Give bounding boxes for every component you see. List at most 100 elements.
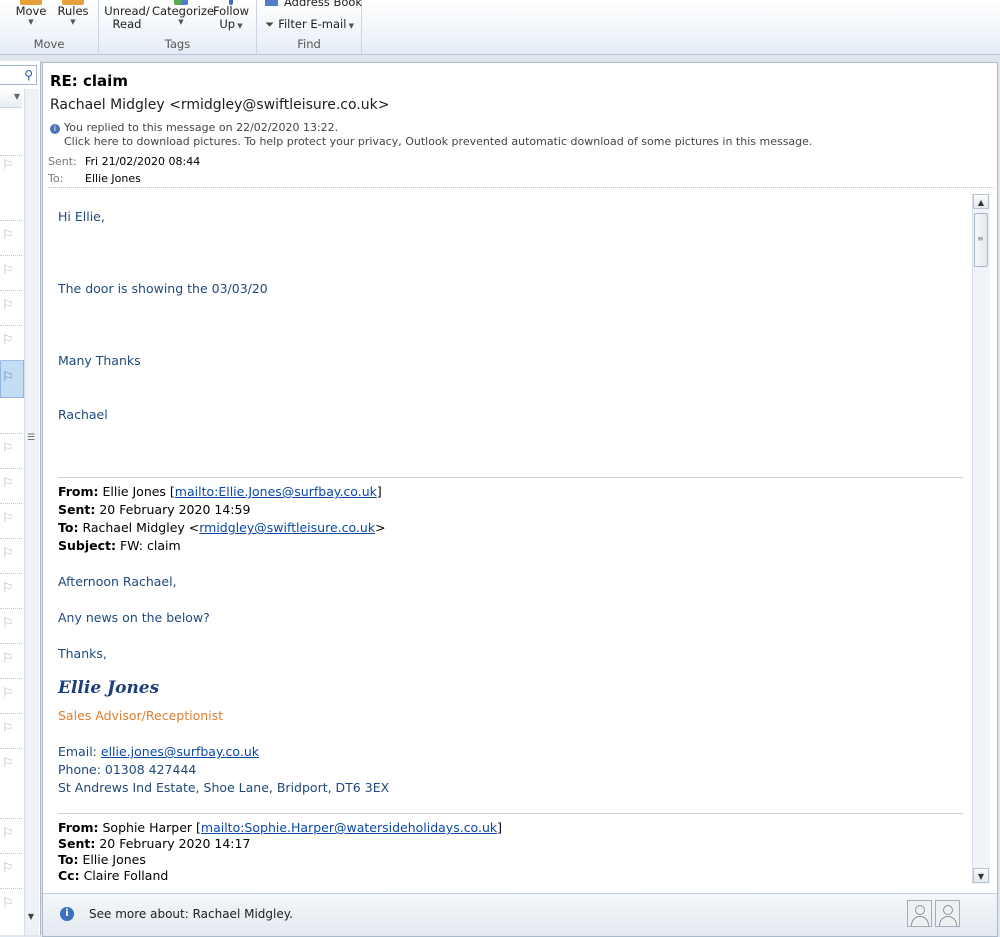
quote2-cc-row: Cc: Claire Folland (58, 868, 169, 883)
list-item-divider (0, 255, 22, 256)
body-greeting: Hi Ellie, (58, 209, 105, 224)
scroll-down-icon[interactable]: ▼ (24, 912, 38, 926)
ribbon-group-label: Find (297, 37, 321, 51)
avatar-head-icon (943, 905, 953, 915)
flag-icon[interactable]: ⚐ (2, 721, 20, 736)
ribbon-group-label: Tags (164, 37, 191, 51)
scrollbar-thumb[interactable]: ≡ (974, 213, 988, 267)
flag-icon[interactable]: ⚐ (2, 651, 20, 666)
message-subject: RE: claim (50, 72, 128, 90)
list-item-divider (0, 853, 22, 854)
rules-button[interactable]: Rules ▼ (56, 0, 90, 27)
list-item-divider (0, 888, 22, 889)
chevron-down-icon: ▼ (28, 18, 34, 26)
chevron-down-icon: ▼ (13, 92, 20, 101)
ribbon: Move ▼ Rules ▼ Move Unread/ Read Categor… (0, 0, 1000, 55)
info-download-pictures[interactable]: Click here to download pictures. To help… (64, 135, 812, 148)
list-item-divider (0, 643, 22, 644)
sent-row: Sent: Fri 21/02/2020 08:44 (48, 155, 200, 168)
flag-icon[interactable]: ⚐ (2, 511, 20, 526)
flag-icon[interactable]: ⚐ (2, 896, 20, 911)
ribbon-group-find: Address Book ⏷ Filter E-mail ▼ Find (257, 0, 362, 54)
flag-icon[interactable]: ⚐ (2, 581, 20, 596)
info-icon: i (60, 907, 74, 921)
to-row: To: Ellie Jones (48, 172, 141, 185)
list-item-divider (0, 503, 22, 504)
contact-avatar-icon[interactable] (935, 900, 960, 927)
signature-email: Email: ellie.jones@surfbay.co.uk (58, 744, 259, 759)
message-sender[interactable]: Rachael Midgley <rmidgley@swiftleisure.c… (50, 97, 389, 113)
info-bar[interactable]: i You replied to this message on 22/02/20… (50, 121, 812, 149)
flag-icon[interactable]: ⚐ (2, 546, 20, 561)
scroll-down-icon[interactable]: ▼ (973, 868, 989, 883)
address-book-icon (265, 0, 278, 6)
ribbon-group-tags: Unread/ Read Categorize ▼ Follow Up ▼ Ta… (99, 0, 257, 54)
filter-email-button[interactable]: ⏷ Filter E-mail ▼ (265, 17, 354, 32)
quote-divider (58, 477, 963, 478)
list-item-divider (0, 748, 22, 749)
body-thanks: Many Thanks (58, 353, 141, 368)
reading-pane-scrollbar[interactable]: ▲ ≡ ▼ (972, 194, 990, 884)
people-pane-text[interactable]: See more about: Rachael Midgley. (89, 907, 293, 921)
signature-title: Sales Advisor/Receptionist (58, 708, 224, 723)
list-item-divider (0, 433, 22, 434)
body-line: The door is showing the 03/03/20 (58, 281, 268, 296)
splitter-grip-icon[interactable]: ☰ (27, 433, 35, 443)
chevron-down-icon: ▼ (346, 22, 355, 30)
flag-icon[interactable]: ⚐ (2, 298, 20, 313)
contact-avatar-icon[interactable] (907, 900, 932, 927)
people-pane: i See more about: Rachael Midgley. (43, 893, 997, 936)
signature-name: Ellie Jones (58, 678, 160, 698)
avatar-body-icon (939, 916, 957, 926)
flag-icon[interactable]: ⚐ (2, 476, 20, 491)
flag-icon[interactable]: ⚐ (2, 370, 20, 385)
list-item-divider (0, 678, 22, 679)
message-list-pane: ⚲ ▼ ☰ ▼ (0, 61, 41, 935)
quote-sent-row: Sent: 20 February 2020 14:59 (58, 502, 251, 517)
header-divider (48, 187, 994, 188)
filter-icon: ⏷ (265, 17, 275, 31)
list-item-divider (0, 468, 22, 469)
ribbon-group-label: Move (33, 37, 65, 51)
move-button[interactable]: Move ▼ (14, 0, 48, 27)
flag-icon[interactable]: ⚐ (2, 756, 20, 771)
scroll-up-icon[interactable]: ▲ (973, 194, 989, 209)
flag-icon[interactable]: ⚐ (2, 228, 20, 243)
categorize-button[interactable]: Categorize ▼ (152, 0, 214, 27)
address-book-button[interactable]: Address Book (265, 0, 362, 9)
follow-up-button[interactable]: Follow Up ▼ (211, 0, 251, 33)
sent-value: Fri 21/02/2020 08:44 (85, 155, 201, 168)
list-item-divider (0, 220, 22, 221)
search-input[interactable]: ⚲ (0, 65, 37, 85)
flag-icon[interactable]: ⚐ (2, 333, 20, 348)
message-list-scrollbar[interactable] (24, 89, 39, 935)
flag-icon[interactable]: ⚐ (2, 861, 20, 876)
list-header-sort[interactable]: ▼ (0, 89, 22, 108)
quote2-to-row: To: Ellie Jones (58, 852, 146, 867)
list-item-divider (0, 290, 22, 291)
reading-pane: RE: claim Rachael Midgley <rmidgley@swif… (42, 62, 998, 937)
flag-icon[interactable]: ⚐ (2, 826, 20, 841)
signature-email-link[interactable]: ellie.jones@surfbay.co.uk (101, 744, 259, 759)
signature-address: St Andrews Ind Estate, Shoe Lane, Bridpo… (58, 780, 390, 795)
signature-phone: Phone: 01308 427444 (58, 762, 197, 777)
unread-read-button[interactable]: Unread/ Read (103, 0, 151, 31)
flag-icon[interactable]: ⚐ (2, 686, 20, 701)
chevron-down-icon: ▼ (235, 22, 243, 30)
body-signoff: Rachael (58, 407, 108, 422)
quote2-from-row: From: Sophie Harper [mailto:Sophie.Harpe… (58, 820, 503, 835)
flag-icon[interactable]: ⚐ (2, 616, 20, 631)
list-item-divider (0, 155, 22, 156)
flag-icon[interactable]: ⚐ (2, 263, 20, 278)
chevron-down-icon: ▼ (178, 18, 184, 26)
quote-line: Any news on the below? (58, 610, 210, 625)
to-email-link[interactable]: rmidgley@swiftleisure.co.uk (199, 520, 375, 535)
flag-icon[interactable]: ⚐ (2, 441, 20, 456)
list-item-divider (0, 538, 22, 539)
from-mailto-link[interactable]: mailto:Sophie.Harper@watersideholidays.c… (201, 820, 497, 835)
to-value[interactable]: Ellie Jones (85, 172, 141, 185)
list-item-divider (0, 713, 22, 714)
flag-icon[interactable]: ⚐ (2, 158, 20, 173)
from-mailto-link[interactable]: mailto:Ellie.Jones@surfbay.co.uk (175, 484, 377, 499)
search-icon[interactable]: ⚲ (24, 68, 33, 82)
